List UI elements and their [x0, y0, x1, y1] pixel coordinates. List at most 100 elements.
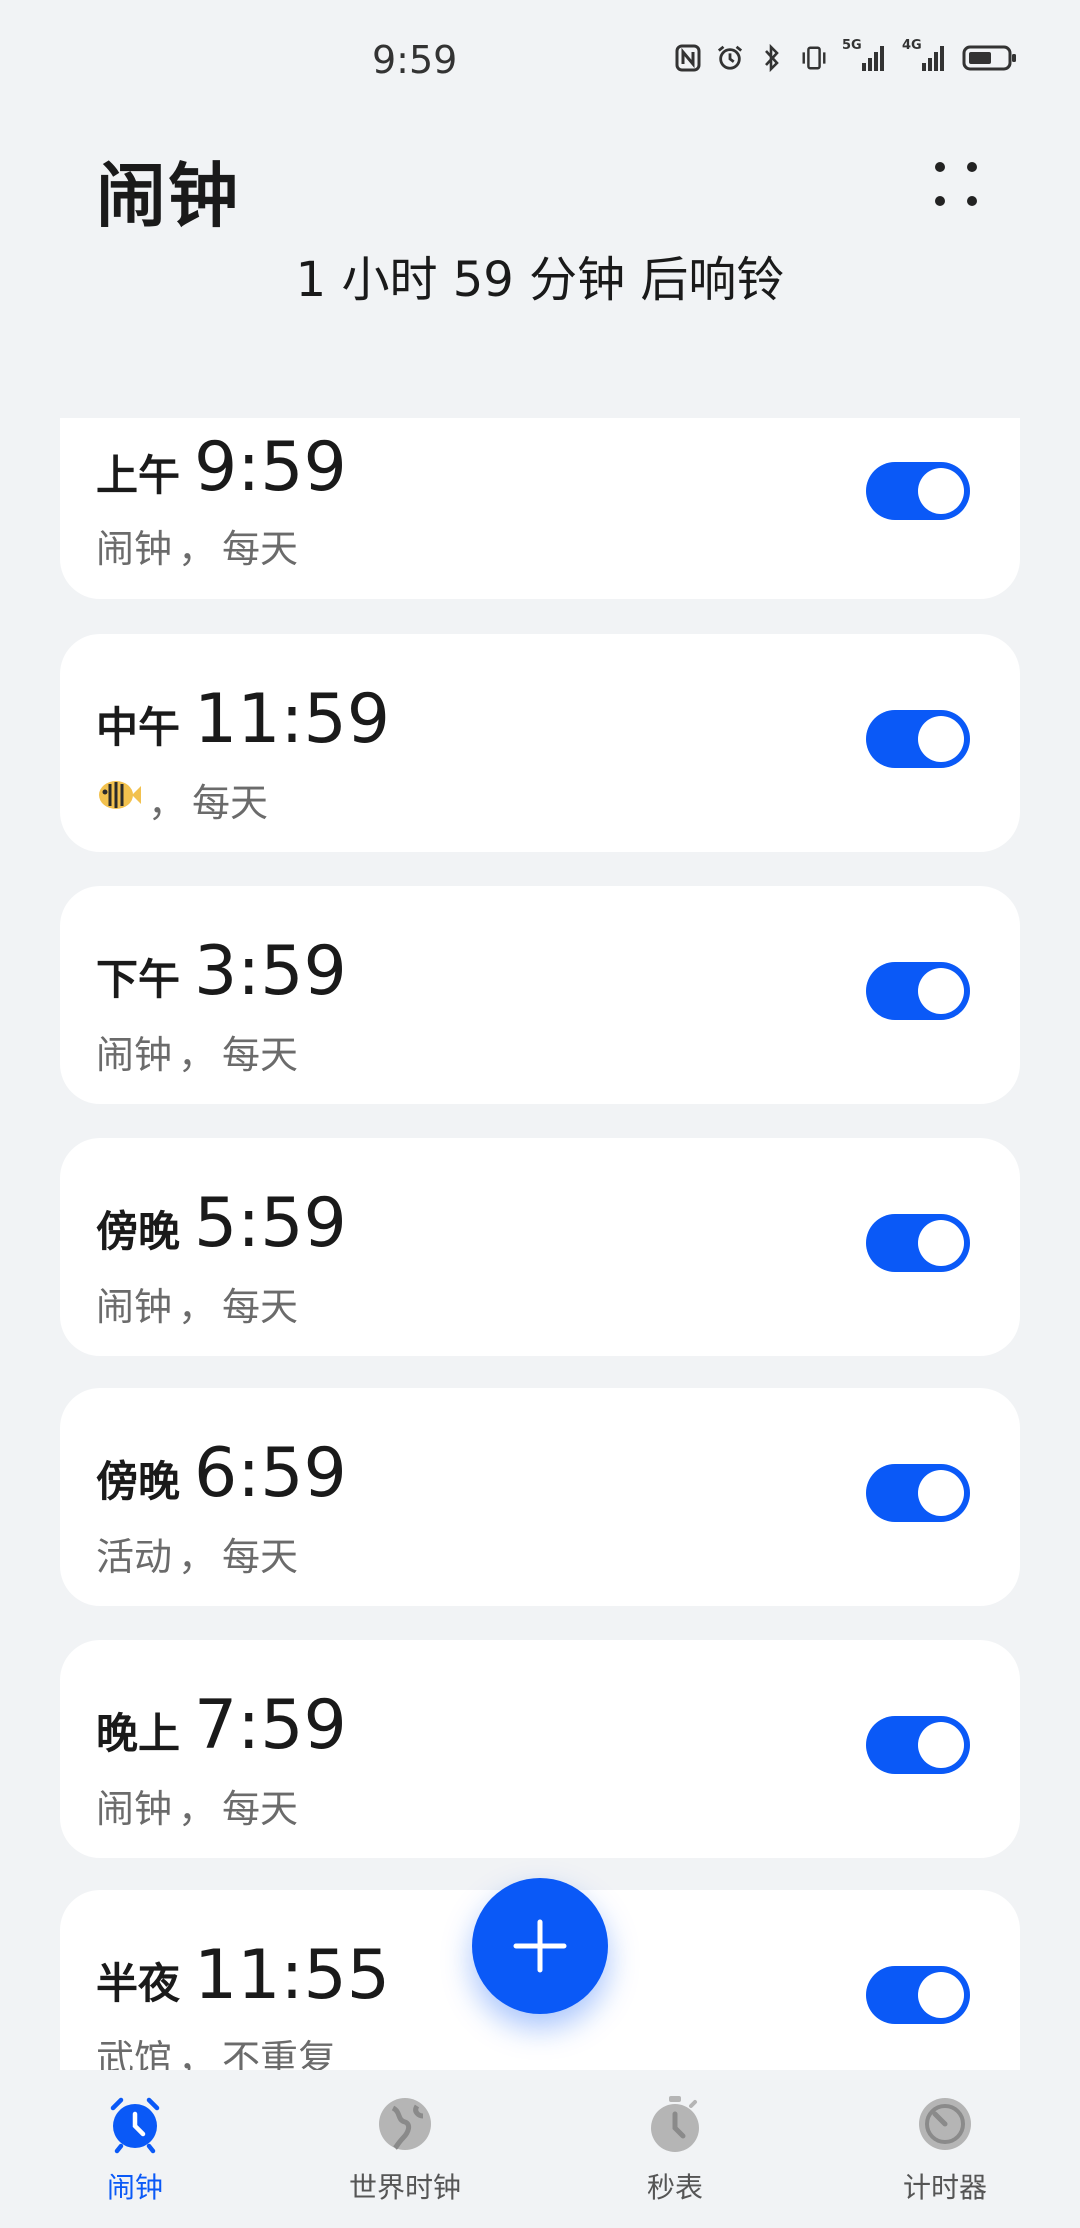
- alarm-time-row: 傍晚 6:59: [96, 1434, 347, 1513]
- alarm-time: 9:59: [194, 428, 347, 507]
- alarm-time: 11:59: [194, 680, 390, 759]
- alarm-card[interactable]: 中午 11:59 ，每天: [60, 634, 1020, 852]
- add-alarm-button[interactable]: [472, 1878, 608, 2014]
- alarm-time: 5:59: [194, 1184, 347, 1263]
- alarm-separator: ，: [178, 527, 217, 571]
- alarm-toggle[interactable]: [866, 1214, 970, 1272]
- status-icons: 5G 4G: [674, 38, 1018, 74]
- alarm-description: 闹钟，每天: [96, 1778, 298, 1833]
- alarm-repeat: 每天: [192, 781, 269, 825]
- toggle-knob: [918, 468, 964, 514]
- alarm-repeat: 每天: [222, 1033, 299, 1077]
- alarm-description: 闹钟，每天: [96, 518, 298, 573]
- alarm-card[interactable]: 傍晚 5:59 闹钟，每天: [60, 1138, 1020, 1356]
- alarm-label: 闹钟: [96, 1285, 173, 1329]
- status-time: 9:59: [372, 38, 458, 82]
- timer-icon: [915, 2094, 975, 2154]
- alarm-label: 闹钟: [96, 1787, 173, 1831]
- more-dots-icon: [935, 162, 977, 206]
- alarm-description: 闹钟，每天: [96, 1024, 298, 1079]
- battery-icon: [962, 42, 1018, 74]
- alarm-description: 闹钟，每天: [96, 1276, 298, 1331]
- alarm-period: 傍晚: [96, 1207, 181, 1256]
- alarm-time-row: 晚上 7:59: [96, 1686, 347, 1765]
- next-alarm-countdown: 1 小时 59 分钟 后响铃: [295, 252, 785, 308]
- page-title: 闹钟: [96, 155, 240, 237]
- alarm-period: 晚上: [96, 1709, 181, 1758]
- alarm-toggle[interactable]: [866, 1966, 970, 2024]
- alarm-card[interactable]: 晚上 7:59 闹钟，每天: [60, 1640, 1020, 1858]
- alarm-repeat: 不重复: [222, 2037, 337, 2070]
- alarm-toggle[interactable]: [866, 1464, 970, 1522]
- tab-label: 闹钟: [106, 2171, 163, 2204]
- alarm-time: 3:59: [194, 932, 347, 1011]
- alarm-period: 傍晚: [96, 1457, 181, 1506]
- alarm-separator: ，: [148, 781, 187, 825]
- alarm-card[interactable]: 上午 9:59 闹钟，每天: [60, 418, 1020, 599]
- alarm-card[interactable]: 傍晚 6:59 活动，每天: [60, 1388, 1020, 1606]
- bottom-nav: 闹钟 世界时钟 秒表 计时器: [0, 2070, 1080, 2228]
- alarm-period: 上午: [96, 451, 181, 500]
- signal-5g-label: 5G: [842, 38, 862, 53]
- more-options-button[interactable]: [920, 148, 992, 220]
- toggle-knob: [918, 1220, 964, 1266]
- alarm-description: 武馆，不重复: [96, 2028, 336, 2070]
- alarm-toggle[interactable]: [866, 962, 970, 1020]
- alarm-toggle[interactable]: [866, 1716, 970, 1774]
- alarm-icon: [716, 42, 744, 74]
- alarm-list[interactable]: 上午 9:59 闹钟，每天 中午 11:59 ，每天 下午 3:59 闹钟 ， …: [0, 418, 1080, 2070]
- stopwatch-icon: [645, 2094, 705, 2154]
- alarm-toggle[interactable]: [866, 710, 970, 768]
- toggle-knob: [918, 1470, 964, 1516]
- alarm-label: 闹钟: [96, 1033, 173, 1077]
- alarm-time: 7:59: [194, 1686, 347, 1765]
- tab-stopwatch[interactable]: 秒表: [540, 2070, 810, 2228]
- alarm-label: 武馆: [96, 2037, 173, 2070]
- tab-label: 世界时钟: [348, 2171, 461, 2204]
- signal-5g-icon: 5G: [842, 38, 888, 74]
- tab-label: 计时器: [902, 2171, 987, 2204]
- toggle-knob: [918, 1722, 964, 1768]
- alarm-repeat: 每天: [222, 527, 299, 571]
- alarm-toggle[interactable]: [866, 462, 970, 520]
- alarm-period: 半夜: [96, 1959, 181, 2008]
- tab-timer[interactable]: 计时器: [810, 2070, 1080, 2228]
- toggle-knob: [918, 968, 964, 1014]
- alarm-period: 中午: [96, 703, 181, 752]
- alarm-separator: ，: [178, 1787, 217, 1831]
- toggle-knob: [918, 1972, 964, 2018]
- alarm-time-row: 下午 3:59: [96, 932, 347, 1011]
- plus-icon: [513, 1919, 567, 1973]
- alarm-description: ，每天: [96, 772, 268, 827]
- alarm-repeat: 每天: [222, 1787, 299, 1831]
- globe-icon: [375, 2094, 435, 2154]
- alarm-label: 闹钟: [96, 527, 173, 571]
- alarm-time-row: 上午 9:59: [96, 428, 347, 507]
- status-bar: 9:59 5G 4G: [0, 0, 1080, 120]
- alarm-separator: ，: [178, 1535, 217, 1579]
- alarm-time-row: 中午 11:59: [96, 680, 390, 759]
- vibrate-icon: [800, 42, 828, 74]
- signal-4g-icon: 4G: [902, 38, 948, 74]
- alarm-time-row: 半夜 11:55: [96, 1936, 390, 2015]
- alarm-label: 活动: [96, 1535, 173, 1579]
- alarm-time: 11:55: [194, 1936, 390, 2015]
- alarm-separator: ，: [178, 2037, 217, 2070]
- alarm-time: 6:59: [194, 1434, 347, 1513]
- alarm-repeat: 每天: [222, 1285, 299, 1329]
- fish-icon: [96, 776, 142, 823]
- tab-alarm[interactable]: 闹钟: [0, 2070, 270, 2228]
- alarm-separator: ，: [178, 1285, 217, 1329]
- alarm-description: 活动，每天: [96, 1526, 298, 1581]
- alarm-separator: ，: [178, 1033, 217, 1077]
- alarm-clock-icon: [105, 2094, 165, 2154]
- tab-label: 秒表: [646, 2171, 703, 2204]
- nfc-icon: [674, 42, 702, 74]
- toggle-knob: [918, 716, 964, 762]
- signal-4g-label: 4G: [902, 38, 922, 53]
- tab-world-clock[interactable]: 世界时钟: [270, 2070, 540, 2228]
- alarm-time-row: 傍晚 5:59: [96, 1184, 347, 1263]
- alarm-card[interactable]: 下午 3:59 闹钟，每天: [60, 886, 1020, 1104]
- bluetooth-icon: [758, 42, 786, 74]
- alarm-repeat: 每天: [222, 1535, 299, 1579]
